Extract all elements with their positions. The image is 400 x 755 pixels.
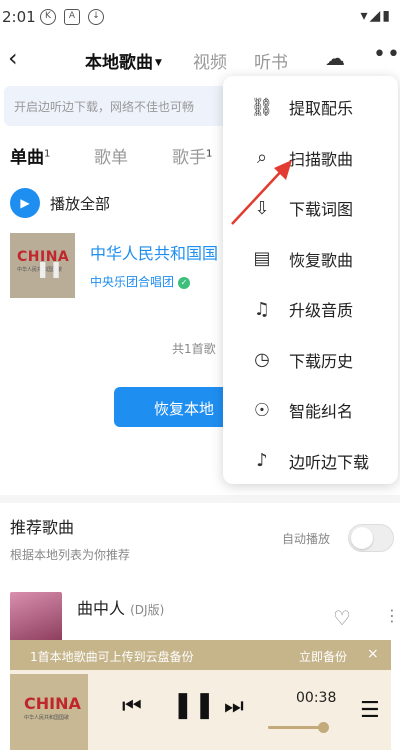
subtab-songs-count: 1: [44, 148, 51, 160]
mini-player: CHINA 中华人民共和国国歌 ⏮ ❚❚ ⏭ 00:38 ☰: [10, 670, 391, 750]
song-count: 共1首歌: [172, 342, 216, 356]
menu-item-label: 升级音质: [289, 301, 354, 320]
more-dropdown-menu: ⛓ 提取配乐 ⌕ 扫描歌曲 ⇩ 下载词图 ▤ 恢复歌曲 ♫ 升级音质 ◷ 下载历史 ☉ 智能纠名 ♪ 边听边下…: [223, 76, 398, 484]
menu-item-4[interactable]: ▤ 恢复歌曲: [223, 234, 398, 284]
more-vertical-icon[interactable]: ⋮: [384, 606, 400, 625]
headphone-icon: ♪: [256, 450, 268, 471]
pause-icon[interactable]: ❚❚: [172, 690, 216, 720]
song-title[interactable]: 中华人民共和国国: [90, 240, 218, 264]
song-cover[interactable]: CHINA 中华人民共和国国歌 ❚❚: [10, 233, 75, 298]
smart-fix-icon: ☉: [253, 399, 271, 421]
menu-item-7[interactable]: ☉ 智能纠名: [223, 385, 398, 435]
player-time: 00:38: [296, 690, 337, 706]
menu-item-6[interactable]: ◷ 下载历史: [223, 335, 398, 385]
menu-item-label: 下载历史: [289, 351, 354, 371]
progress-fill: [268, 726, 319, 729]
cloud-backup-banner: 1首本地歌曲可上传到云盘备份 立即备份 ×: [10, 640, 391, 670]
menu-item-1[interactable]: ⛓ 提取配乐: [223, 82, 398, 132]
recommend-song-name: 曲中人: [77, 599, 126, 618]
pause-overlay-icon: ❚❚: [36, 259, 63, 278]
subtab-artists-count: 1: [206, 148, 213, 160]
restore-icon: ▤: [253, 248, 271, 269]
status-bar: 2:01 K A ↓ ▾◢▮: [0, 0, 400, 34]
heart-icon[interactable]: ♡: [333, 606, 351, 630]
close-icon[interactable]: ×: [367, 646, 379, 662]
subtab-songs-label: 单曲: [10, 148, 44, 168]
back-icon[interactable]: ‹: [8, 44, 18, 72]
menu-item-5[interactable]: ♫ 升级音质: [223, 284, 398, 334]
subtab-artists-label: 歌手: [172, 148, 206, 168]
menu-item-label: 智能纠名: [289, 402, 354, 421]
player-cover[interactable]: CHINA 中华人民共和国国歌: [10, 674, 88, 750]
progress-knob[interactable]: [318, 722, 329, 733]
recommend-song-tag: (DJ版): [130, 603, 165, 617]
download-icon: ↓: [88, 9, 104, 25]
verified-icon: ✓: [178, 276, 191, 289]
status-time: 2:01: [2, 8, 36, 26]
clock-icon: ◷: [254, 349, 270, 370]
subtab-songs[interactable]: 单曲1: [10, 143, 50, 168]
play-all-label: 播放全部: [50, 194, 111, 213]
menu-item-label: 提取配乐: [289, 99, 354, 118]
play-icon: ▶: [10, 188, 40, 218]
subtab-playlists[interactable]: 歌单: [94, 143, 128, 168]
song-artist-label: 中央乐团合唱团: [90, 275, 175, 289]
menu-item-8[interactable]: ♪ 边听边下载: [223, 436, 398, 486]
cloud-upload-icon[interactable]: ☁: [325, 46, 345, 70]
recommend-subtitle: 根据本地列表为你推荐: [10, 548, 131, 562]
subtab-artists[interactable]: 歌手1: [172, 143, 212, 168]
k-icon: K: [40, 9, 56, 25]
music-note-icon: ♫: [253, 298, 271, 320]
backup-now-button[interactable]: 立即备份: [299, 648, 347, 665]
more-icon[interactable]: ••: [373, 42, 400, 67]
player-cover-subtitle: 中华人民共和国国歌: [24, 715, 70, 721]
recommend-song-cover[interactable]: [10, 592, 62, 644]
play-all-button[interactable]: ▶ 播放全部: [10, 188, 110, 218]
menu-item-label: 扫描歌曲: [289, 149, 354, 169]
tab-local-songs-label: 本地歌曲: [85, 53, 153, 73]
autoplay-toggle[interactable]: [348, 524, 394, 552]
tab-local-songs[interactable]: 本地歌曲 ▼: [85, 48, 162, 73]
section-divider: [0, 495, 400, 503]
toggle-knob: [351, 527, 373, 549]
caret-down-icon: ▼: [155, 58, 162, 68]
recommend-song-title[interactable]: 曲中人 (DJ版): [77, 595, 164, 619]
previous-icon[interactable]: ⏮: [122, 694, 142, 719]
a-icon: A: [64, 9, 80, 25]
menu-item-label: 恢复歌曲: [289, 250, 354, 270]
song-artist[interactable]: 中央乐团合唱团 ✓: [90, 273, 191, 290]
red-arrow-annotation: [231, 160, 292, 225]
signal-wifi-battery-icon: ▾◢▮: [360, 8, 392, 24]
next-icon[interactable]: ⏭: [224, 694, 244, 719]
tab-audiobook[interactable]: 听书: [254, 48, 288, 73]
player-cover-title: CHINA: [24, 694, 81, 713]
menu-item-label: 下载词图: [289, 200, 354, 219]
autoplay-label: 自动播放: [282, 532, 331, 546]
recommend-title: 推荐歌曲: [10, 518, 75, 537]
link-icon: ⛓: [250, 96, 274, 118]
playlist-icon[interactable]: ☰: [360, 698, 380, 723]
banner-text: 1首本地歌曲可上传到云盘备份: [30, 650, 194, 664]
tab-video[interactable]: 视频: [193, 48, 227, 73]
menu-item-label: 边听边下载: [289, 452, 370, 472]
